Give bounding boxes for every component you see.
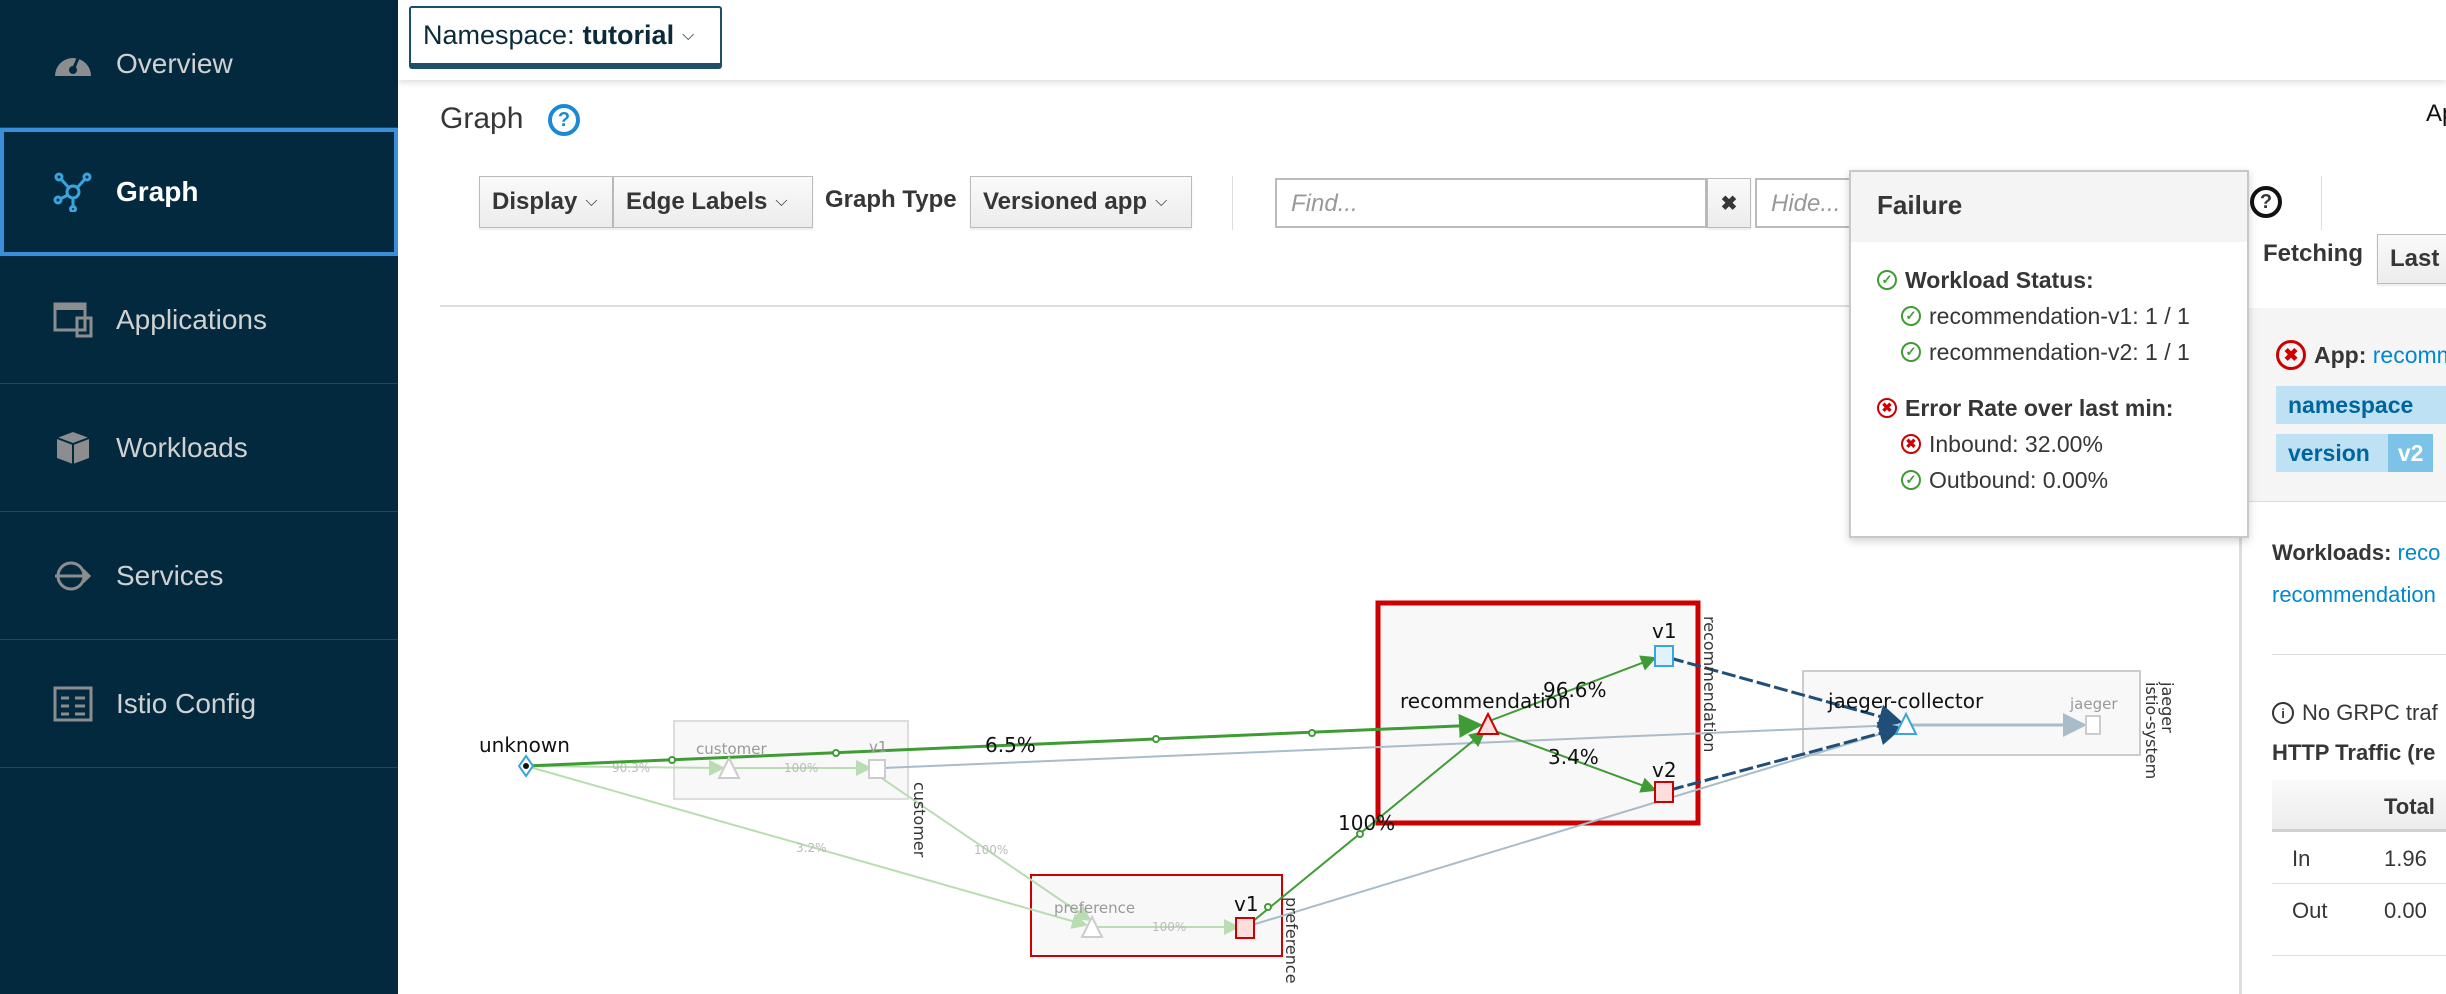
workload-status-heading: ✓ Workload Status: bbox=[1877, 262, 2221, 298]
workload-status-item: ✓ recommendation-v1: 1 / 1 bbox=[1877, 298, 2221, 334]
fetching-dropdown[interactable]: Last bbox=[2377, 234, 2446, 284]
workload-status-label: Workload Status: bbox=[1905, 266, 2094, 293]
column-header: Total bbox=[2384, 794, 2435, 819]
table-row: Out 0.00 bbox=[2272, 884, 2446, 956]
edge-label: 90.3% bbox=[612, 761, 650, 775]
badge-value: v2 bbox=[2387, 434, 2434, 472]
table-row: In 1.96 bbox=[2272, 832, 2446, 884]
node-label: v1 bbox=[869, 738, 887, 756]
check-circle-icon: ✓ bbox=[1901, 470, 1921, 490]
node-label: preference bbox=[1054, 899, 1135, 917]
row-value: 0.00 bbox=[2384, 898, 2427, 923]
http-traffic-title: HTTP Traffic (re bbox=[2272, 740, 2436, 765]
edge-label: 100% bbox=[974, 843, 1008, 857]
box-label: istio-system bbox=[2142, 682, 2161, 779]
workload-link[interactable]: recommendation bbox=[2272, 582, 2436, 608]
graph-help-icon[interactable]: ? bbox=[2250, 186, 2282, 218]
edge-label: 100% bbox=[1152, 920, 1186, 934]
side-panel-header: ✖ App: recomm namespace version v2 bbox=[2242, 308, 2446, 502]
edge-label: 3.2% bbox=[796, 841, 827, 855]
node-label: v1 bbox=[1652, 619, 1677, 643]
inbound-rate: ✖ Inbound: 32.00% bbox=[1877, 426, 2221, 462]
badge-key: namespace bbox=[2288, 391, 2414, 418]
badge-key: version bbox=[2288, 439, 2370, 466]
error-rate-label: Error Rate over last min: bbox=[1905, 394, 2174, 421]
recommendation-box[interactable] bbox=[1375, 600, 1701, 826]
edge-label: 100% bbox=[1338, 811, 1395, 835]
recommendation-v1-node[interactable] bbox=[1654, 645, 1674, 667]
node-label: v2 bbox=[1652, 758, 1677, 782]
recommendation-v2-node[interactable] bbox=[1654, 781, 1674, 803]
node-label: v1 bbox=[1234, 892, 1259, 916]
workload-status-text: recommendation-v2: 1 / 1 bbox=[1929, 338, 2190, 365]
health-popover: Failure ✓ Workload Status: ✓ recommendatio… bbox=[1849, 170, 2249, 538]
workloads-row: Workloads: reco bbox=[2272, 540, 2440, 566]
node-label: customer bbox=[696, 740, 767, 758]
check-circle-icon: ✓ bbox=[1901, 342, 1921, 362]
node-label: unknown bbox=[479, 733, 570, 757]
box-label: preference bbox=[1282, 897, 1301, 984]
row-label: In bbox=[2292, 846, 2311, 871]
inbound-text: Inbound: 32.00% bbox=[1929, 430, 2103, 457]
edge-label: 96.6% bbox=[1543, 678, 1607, 702]
edge-label: 100% bbox=[784, 761, 818, 775]
error-circle-icon: ✖ bbox=[1877, 398, 1897, 418]
grpc-note-text: No GRPC traf bbox=[2302, 700, 2438, 725]
workload-status-text: recommendation-v1: 1 / 1 bbox=[1929, 302, 2190, 329]
row-label: Out bbox=[2292, 898, 2328, 923]
node-label: jaeger bbox=[2069, 695, 2118, 713]
app-title: ✖ App: recomm bbox=[2276, 340, 2446, 370]
check-circle-icon: ✓ bbox=[1901, 306, 1921, 326]
version-badge: version v2 bbox=[2276, 434, 2434, 472]
row-value: 1.96 bbox=[2384, 846, 2427, 871]
unknown-node[interactable] bbox=[517, 754, 535, 778]
app-link[interactable]: recomm bbox=[2373, 342, 2446, 369]
fetching-value: Last bbox=[2390, 245, 2440, 272]
preference-v1-node[interactable] bbox=[1235, 917, 1255, 939]
workload-link[interactable]: reco bbox=[2398, 540, 2441, 565]
error-circle-icon: ✖ bbox=[1901, 434, 1921, 454]
fetching-label: Fetching bbox=[2263, 240, 2363, 267]
namespace-badge: namespace bbox=[2276, 386, 2446, 424]
workloads-label: Workloads: bbox=[2272, 540, 2392, 565]
error-icon: ✖ bbox=[2276, 340, 2306, 370]
app-label: App: bbox=[2314, 341, 2367, 368]
check-circle-icon: ✓ bbox=[1877, 270, 1897, 290]
outbound-text: Outbound: 0.00% bbox=[1929, 466, 2109, 493]
right-cut-text: Ap bbox=[2426, 100, 2446, 127]
node-label: jaeger-collector bbox=[1827, 689, 1984, 713]
edge-label: 3.4% bbox=[1548, 745, 1599, 769]
popover-title: Failure bbox=[1851, 172, 2247, 242]
jaeger-node[interactable] bbox=[2085, 715, 2101, 735]
info-icon: i bbox=[2272, 702, 2294, 724]
divider bbox=[2272, 654, 2446, 655]
error-rate-heading: ✖ Error Rate over last min: bbox=[1877, 390, 2221, 426]
side-panel: ✖ App: recomm namespace version v2 Worklo… bbox=[2239, 306, 2446, 994]
customer-v1-node[interactable] bbox=[868, 759, 886, 779]
toolbar-divider bbox=[2321, 176, 2322, 230]
table-header: Total bbox=[2272, 780, 2446, 832]
outbound-rate: ✓ Outbound: 0.00% bbox=[1877, 462, 2221, 498]
workload-status-item: ✓ recommendation-v2: 1 / 1 bbox=[1877, 334, 2221, 370]
box-label: customer bbox=[910, 782, 929, 858]
edge-label: 6.5% bbox=[985, 733, 1036, 757]
grpc-note: i No GRPC traf bbox=[2272, 700, 2438, 726]
box-label: recommendation bbox=[1700, 616, 1719, 752]
